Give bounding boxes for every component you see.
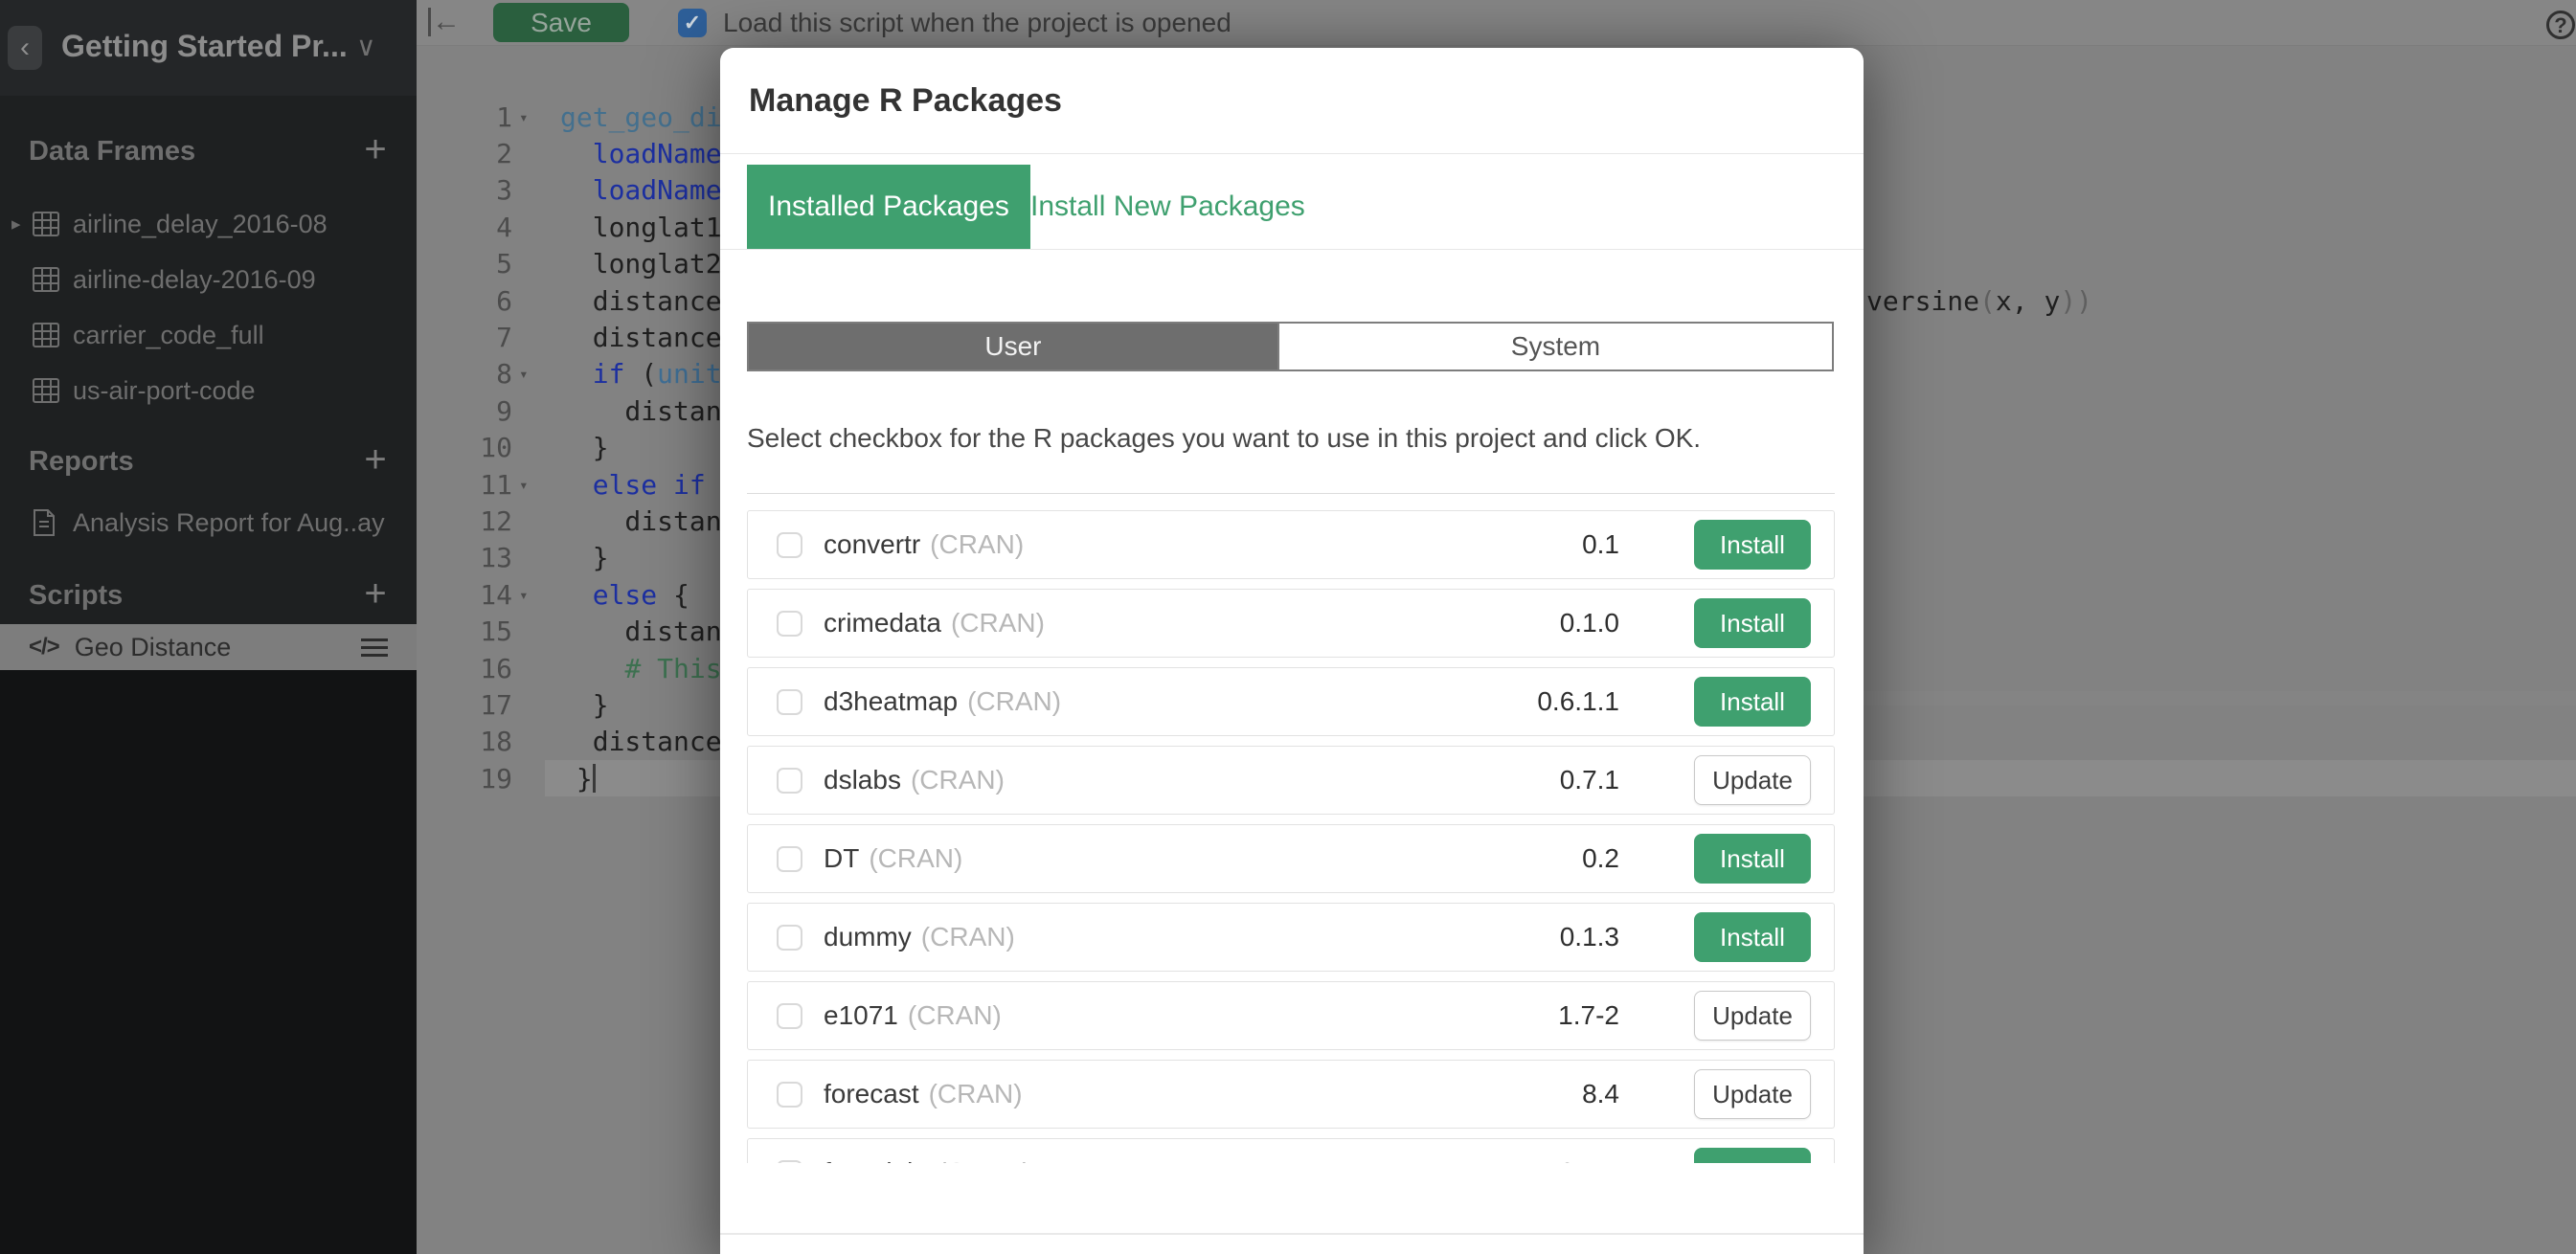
package-source: (CRAN) [929,1079,1023,1109]
divider [720,249,1864,250]
package-source: (CRAN) [921,922,1015,952]
instruction-text: Select checkbox for the R packages you w… [747,419,1701,458]
package-action-button[interactable]: Update [1694,991,1811,1041]
package-row: e1071 (CRAN) 1.7-2 Update [747,981,1835,1050]
package-source: (CRAN) [911,765,1005,795]
package-action-button[interactable]: Install [1694,834,1811,884]
modal-tabs: Installed Packages Install New Packages [720,165,1864,249]
package-checkbox[interactable] [777,768,802,794]
package-action-button[interactable]: Install [1694,1148,1811,1163]
package-source: (CRAN) [908,1000,1002,1031]
package-row: fuzzyjoin (CRAN) 0.1.4 Install [747,1138,1835,1163]
package-version: 0.1.4 [1560,1157,1619,1163]
package-action-button[interactable]: Install [1694,598,1811,648]
modal-footer-divider [720,1233,1864,1235]
scope-system-button[interactable]: System [1277,324,1832,369]
package-checkbox[interactable] [777,925,802,951]
package-row: DT (CRAN) 0.2 Install [747,824,1835,893]
package-checkbox[interactable] [777,1003,802,1029]
package-name: fuzzyjoin [824,1157,928,1163]
scope-toggle: User System [747,322,1834,371]
package-name: convertr [824,529,920,560]
package-action-button[interactable]: Install [1694,677,1811,727]
package-name: DT [824,843,859,874]
package-source: (CRAN) [869,843,962,874]
package-version: 0.1.0 [1560,608,1619,638]
package-row: dummy (CRAN) 0.1.3 Install [747,903,1835,972]
package-name: e1071 [824,1000,898,1031]
package-row: forecast (CRAN) 8.4 Update [747,1060,1835,1129]
package-checkbox[interactable] [777,1082,802,1108]
package-version: 0.7.1 [1560,765,1619,795]
package-version: 0.6.1.1 [1537,686,1619,717]
package-checkbox[interactable] [777,846,802,872]
divider [720,153,1864,154]
tab-install-new-packages[interactable]: Install New Packages [1030,165,1305,249]
package-row: d3heatmap (CRAN) 0.6.1.1 Install [747,667,1835,736]
modal-title: Manage R Packages [749,48,1062,153]
package-version: 0.1.3 [1560,922,1619,952]
app-window: ‹ Getting Started Pr... ∨ Data Frames + … [0,0,2576,1254]
package-checkbox[interactable] [777,689,802,715]
package-source: (CRAN) [938,1157,1031,1163]
package-name: crimedata [824,608,941,638]
package-source: (CRAN) [930,529,1024,560]
package-name: d3heatmap [824,686,958,717]
package-version: 1.7-2 [1558,1000,1619,1031]
manage-r-packages-modal: Manage R Packages Installed Packages Ins… [720,48,1864,1254]
tab-installed-packages[interactable]: Installed Packages [747,165,1030,249]
package-source: (CRAN) [951,608,1045,638]
package-version: 0.2 [1582,843,1619,874]
package-source: (CRAN) [967,686,1061,717]
package-name: dslabs [824,765,901,795]
package-row: convertr (CRAN) 0.1 Install [747,510,1835,579]
package-action-button[interactable]: Update [1694,1069,1811,1119]
package-checkbox[interactable] [777,611,802,637]
package-action-button[interactable]: Install [1694,912,1811,962]
package-version: 0.1 [1582,529,1619,560]
package-list: convertr (CRAN) 0.1 Install crimedata (C… [747,493,1835,1163]
package-checkbox[interactable] [777,532,802,558]
package-name: forecast [824,1079,919,1109]
package-action-button[interactable]: Install [1694,520,1811,570]
scope-user-button[interactable]: User [749,324,1277,369]
package-version: 8.4 [1582,1079,1619,1109]
package-row: dslabs (CRAN) 0.7.1 Update [747,746,1835,815]
package-row: crimedata (CRAN) 0.1.0 Install [747,589,1835,658]
package-action-button[interactable]: Update [1694,755,1811,805]
package-name: dummy [824,922,912,952]
package-checkbox[interactable] [777,1160,802,1164]
